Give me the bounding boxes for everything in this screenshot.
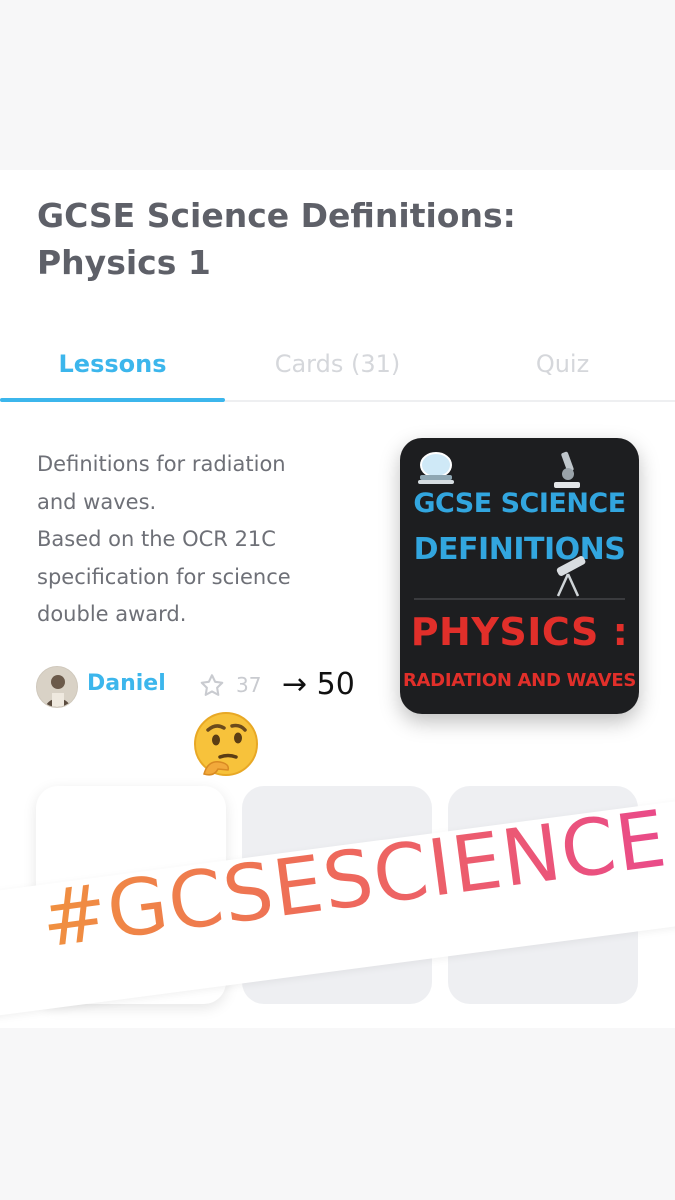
tab-lessons[interactable]: Lessons [0,338,225,394]
description-line: specification for science [37,564,291,589]
avatar[interactable] [36,666,78,708]
author-row: Daniel 37 → 50 [36,666,396,708]
tab-bar: Lessons Cards (31) Quiz [0,338,675,402]
deck-title: GCSE Science Definitions: Physics 1 [37,192,637,286]
telescope-icon [556,556,586,597]
cover-topic: RADIATION AND WAVES [402,670,637,691]
deck-cover-image: GCSE SCIENCE DEFINITIONS PHYSICS : RADIA… [400,438,639,714]
cover-divider [414,598,625,600]
tab-cards[interactable]: Cards (31) [225,338,450,394]
tab-quiz[interactable]: Quiz [450,338,675,394]
star-icon[interactable] [198,672,226,700]
avatar-person-icon [37,667,77,707]
description-line: Based on the OCR 21C [37,527,276,551]
description-line: Definitions for radiation [37,452,286,476]
description-line: double award. [37,602,187,626]
status-area [0,0,675,170]
description-line: and waves. [37,489,157,514]
thinking-face-icon [194,712,258,776]
handwritten-annotation: → 50 [282,667,355,702]
microscope-icon [554,451,580,488]
star-count: 37 [236,673,262,697]
deck-description: Definitions for radiation and waves. Bas… [37,446,357,634]
active-tab-indicator [0,398,225,402]
cover-subject: PHYSICS : [410,610,629,654]
author-name[interactable]: Daniel [87,671,166,696]
cover-title-line-1: GCSE SCIENCE [413,488,626,519]
bottom-area [0,1028,675,1200]
deck-title-line-2: Physics 1 [37,243,211,282]
flask-icon [418,452,454,484]
tab-divider [225,400,675,402]
deck-title-line-1: GCSE Science Definitions: [37,196,516,235]
cover-title-line-2: DEFINITIONS [413,532,626,567]
